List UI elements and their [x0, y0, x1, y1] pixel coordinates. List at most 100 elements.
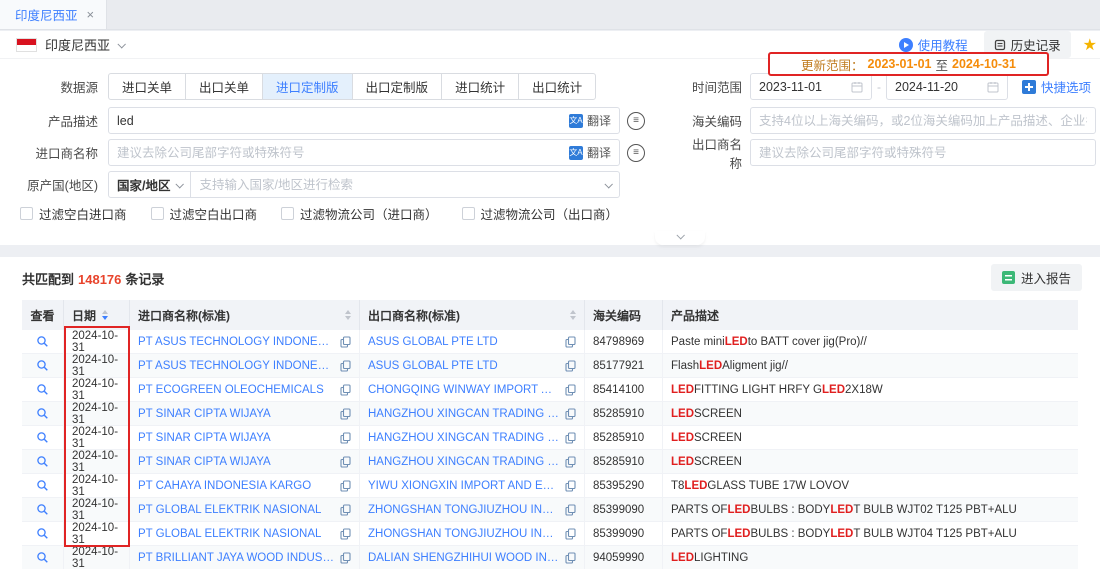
view-cell[interactable]	[22, 450, 64, 473]
exporter-input[interactable]	[759, 146, 1087, 160]
copy-button[interactable]	[565, 480, 576, 492]
view-cell[interactable]	[22, 546, 64, 569]
filter-checkbox[interactable]: 过滤空白进口商	[20, 204, 127, 223]
view-cell[interactable]	[22, 426, 64, 449]
end-date-input[interactable]: 2024-11-20	[886, 73, 1008, 100]
copy-button[interactable]	[340, 408, 351, 420]
importer-link[interactable]: PT SINAR CIPTA WIJAYA	[138, 408, 271, 420]
exclude-icon[interactable]: ≡	[627, 112, 645, 130]
translate-button[interactable]: 文A 翻译	[569, 112, 611, 129]
product-desc-input[interactable]	[117, 114, 569, 128]
importer-link[interactable]: PT ECOGREEN OLEOCHEMICALS	[138, 384, 324, 396]
view-cell[interactable]	[22, 402, 64, 425]
column-header[interactable]: 日期	[64, 300, 130, 330]
copy-button[interactable]	[565, 336, 576, 348]
chevron-down-icon[interactable]	[117, 40, 125, 48]
data-source-option[interactable]: 进口关单	[108, 73, 186, 100]
exporter-link[interactable]: CHONGQING WINWAY IMPORT AND E...	[368, 384, 559, 396]
importer-cell: PT ASUS TECHNOLOGY INDONESIA BA...	[130, 354, 360, 377]
origin-select[interactable]: 国家/地区	[108, 171, 620, 198]
description-cell: PARTS OF LED BULBS : BODY LED T BULB WJT…	[663, 522, 1078, 545]
importer-link[interactable]: PT ASUS TECHNOLOGY INDONESIA BA...	[138, 336, 334, 348]
quick-options-icon	[1022, 80, 1036, 94]
column-header[interactable]: 进口商名称(标准)	[130, 300, 360, 330]
view-cell[interactable]	[22, 522, 64, 545]
copy-button[interactable]	[340, 528, 351, 540]
origin-select-prefix[interactable]: 国家/地区	[109, 172, 191, 197]
copy-button[interactable]	[340, 336, 351, 348]
checkbox-icon[interactable]	[281, 207, 294, 220]
quick-options-link[interactable]: 快捷选项	[1022, 77, 1091, 96]
data-source-option[interactable]: 进口统计	[441, 73, 519, 100]
magnifier-icon	[36, 383, 49, 396]
importer-link[interactable]: PT BRILLIANT JAYA WOOD INDUSTRY	[138, 552, 334, 564]
importer-cell: PT CAHAYA INDONESIA KARGO	[130, 474, 360, 497]
importer-link[interactable]: PT SINAR CIPTA WIJAYA	[138, 456, 271, 468]
importer-link[interactable]: PT GLOBAL ELEKTRIK NASIONAL	[138, 504, 321, 516]
filter-checkbox[interactable]: 过滤物流公司（进口商）	[281, 204, 438, 223]
translate-button[interactable]: 文A 翻译	[569, 144, 611, 161]
importer-inputbox: 文A 翻译	[108, 139, 620, 166]
exporter-link[interactable]: ASUS GLOBAL PTE LTD	[368, 336, 498, 348]
exporter-link[interactable]: ASUS GLOBAL PTE LTD	[368, 360, 498, 372]
data-source-option[interactable]: 出口统计	[518, 73, 596, 100]
copy-button[interactable]	[565, 408, 576, 420]
copy-button[interactable]	[340, 456, 351, 468]
enter-report-button[interactable]: 进入报告	[991, 264, 1082, 291]
copy-button[interactable]	[340, 384, 351, 396]
start-date-input[interactable]: 2023-11-01	[750, 73, 872, 100]
copy-button[interactable]	[565, 360, 576, 372]
copy-button[interactable]	[565, 432, 576, 444]
view-cell[interactable]	[22, 330, 64, 353]
sort-icon[interactable]	[570, 310, 576, 320]
filter-checkbox[interactable]: 过滤物流公司（出口商）	[462, 204, 619, 223]
importer-link[interactable]: PT GLOBAL ELEKTRIK NASIONAL	[138, 528, 321, 540]
checkbox-icon[interactable]	[20, 207, 33, 220]
copy-button[interactable]	[565, 528, 576, 540]
view-cell[interactable]	[22, 474, 64, 497]
exporter-link[interactable]: YIWU XIONGXIN IMPORT AND EXPORT...	[368, 480, 559, 492]
collapse-panel-handle[interactable]	[655, 231, 705, 245]
view-cell[interactable]	[22, 498, 64, 521]
importer-link[interactable]: PT ASUS TECHNOLOGY INDONESIA BA...	[138, 360, 334, 372]
view-cell[interactable]	[22, 378, 64, 401]
copy-button[interactable]	[565, 384, 576, 396]
exporter-link[interactable]: HANGZHOU XINGCAN TRADING CO LTD	[368, 456, 559, 468]
exporter-link[interactable]: HANGZHOU XINGCAN TRADING CO LTD	[368, 432, 559, 444]
quick-options-label: 快捷选项	[1041, 77, 1091, 96]
tab-indonesia[interactable]: 印度尼西亚 ×	[0, 0, 107, 29]
data-source-option[interactable]: 出口定制版	[352, 73, 443, 100]
close-icon[interactable]: ×	[87, 8, 95, 21]
copy-button[interactable]	[340, 552, 351, 564]
checkbox-icon[interactable]	[462, 207, 475, 220]
origin-search-input[interactable]	[199, 178, 605, 192]
data-source-option[interactable]: 出口关单	[185, 73, 263, 100]
importer-cell: PT GLOBAL ELEKTRIK NASIONAL	[130, 498, 360, 521]
exporter-link[interactable]: ZHONGSHAN TONGJIUZHOU INTERNA...	[368, 504, 559, 516]
filter-checkbox[interactable]: 过滤空白出口商	[151, 204, 258, 223]
exporter-link[interactable]: HANGZHOU XINGCAN TRADING CO LTD	[368, 408, 559, 420]
exporter-link[interactable]: ZHONGSHAN TONGJIUZHOU INTERNA...	[368, 528, 559, 540]
tab-label: 印度尼西亚	[15, 5, 78, 24]
hs-code-input[interactable]	[759, 114, 1087, 128]
exporter-link[interactable]: DALIAN SHENGZHIHUI WOOD INDUST...	[368, 552, 559, 564]
copy-button[interactable]	[565, 552, 576, 564]
exclude-icon[interactable]: ≡	[627, 144, 645, 162]
sort-icon[interactable]	[345, 310, 351, 320]
copy-icon	[340, 552, 351, 564]
column-header[interactable]: 出口商名称(标准)	[360, 300, 585, 330]
checkbox-icon[interactable]	[151, 207, 164, 220]
data-source-option[interactable]: 进口定制版	[262, 73, 353, 100]
importer-input[interactable]	[117, 146, 569, 160]
copy-button[interactable]	[340, 360, 351, 372]
copy-button[interactable]	[340, 432, 351, 444]
copy-button[interactable]	[565, 504, 576, 516]
importer-link[interactable]: PT SINAR CIPTA WIJAYA	[138, 432, 271, 444]
copy-button[interactable]	[565, 456, 576, 468]
view-cell[interactable]	[22, 354, 64, 377]
copy-button[interactable]	[340, 504, 351, 516]
sort-icon[interactable]	[102, 310, 108, 320]
favorite-star-icon[interactable]: ★	[1083, 35, 1097, 55]
copy-button[interactable]	[340, 480, 351, 492]
importer-link[interactable]: PT CAHAYA INDONESIA KARGO	[138, 480, 311, 492]
